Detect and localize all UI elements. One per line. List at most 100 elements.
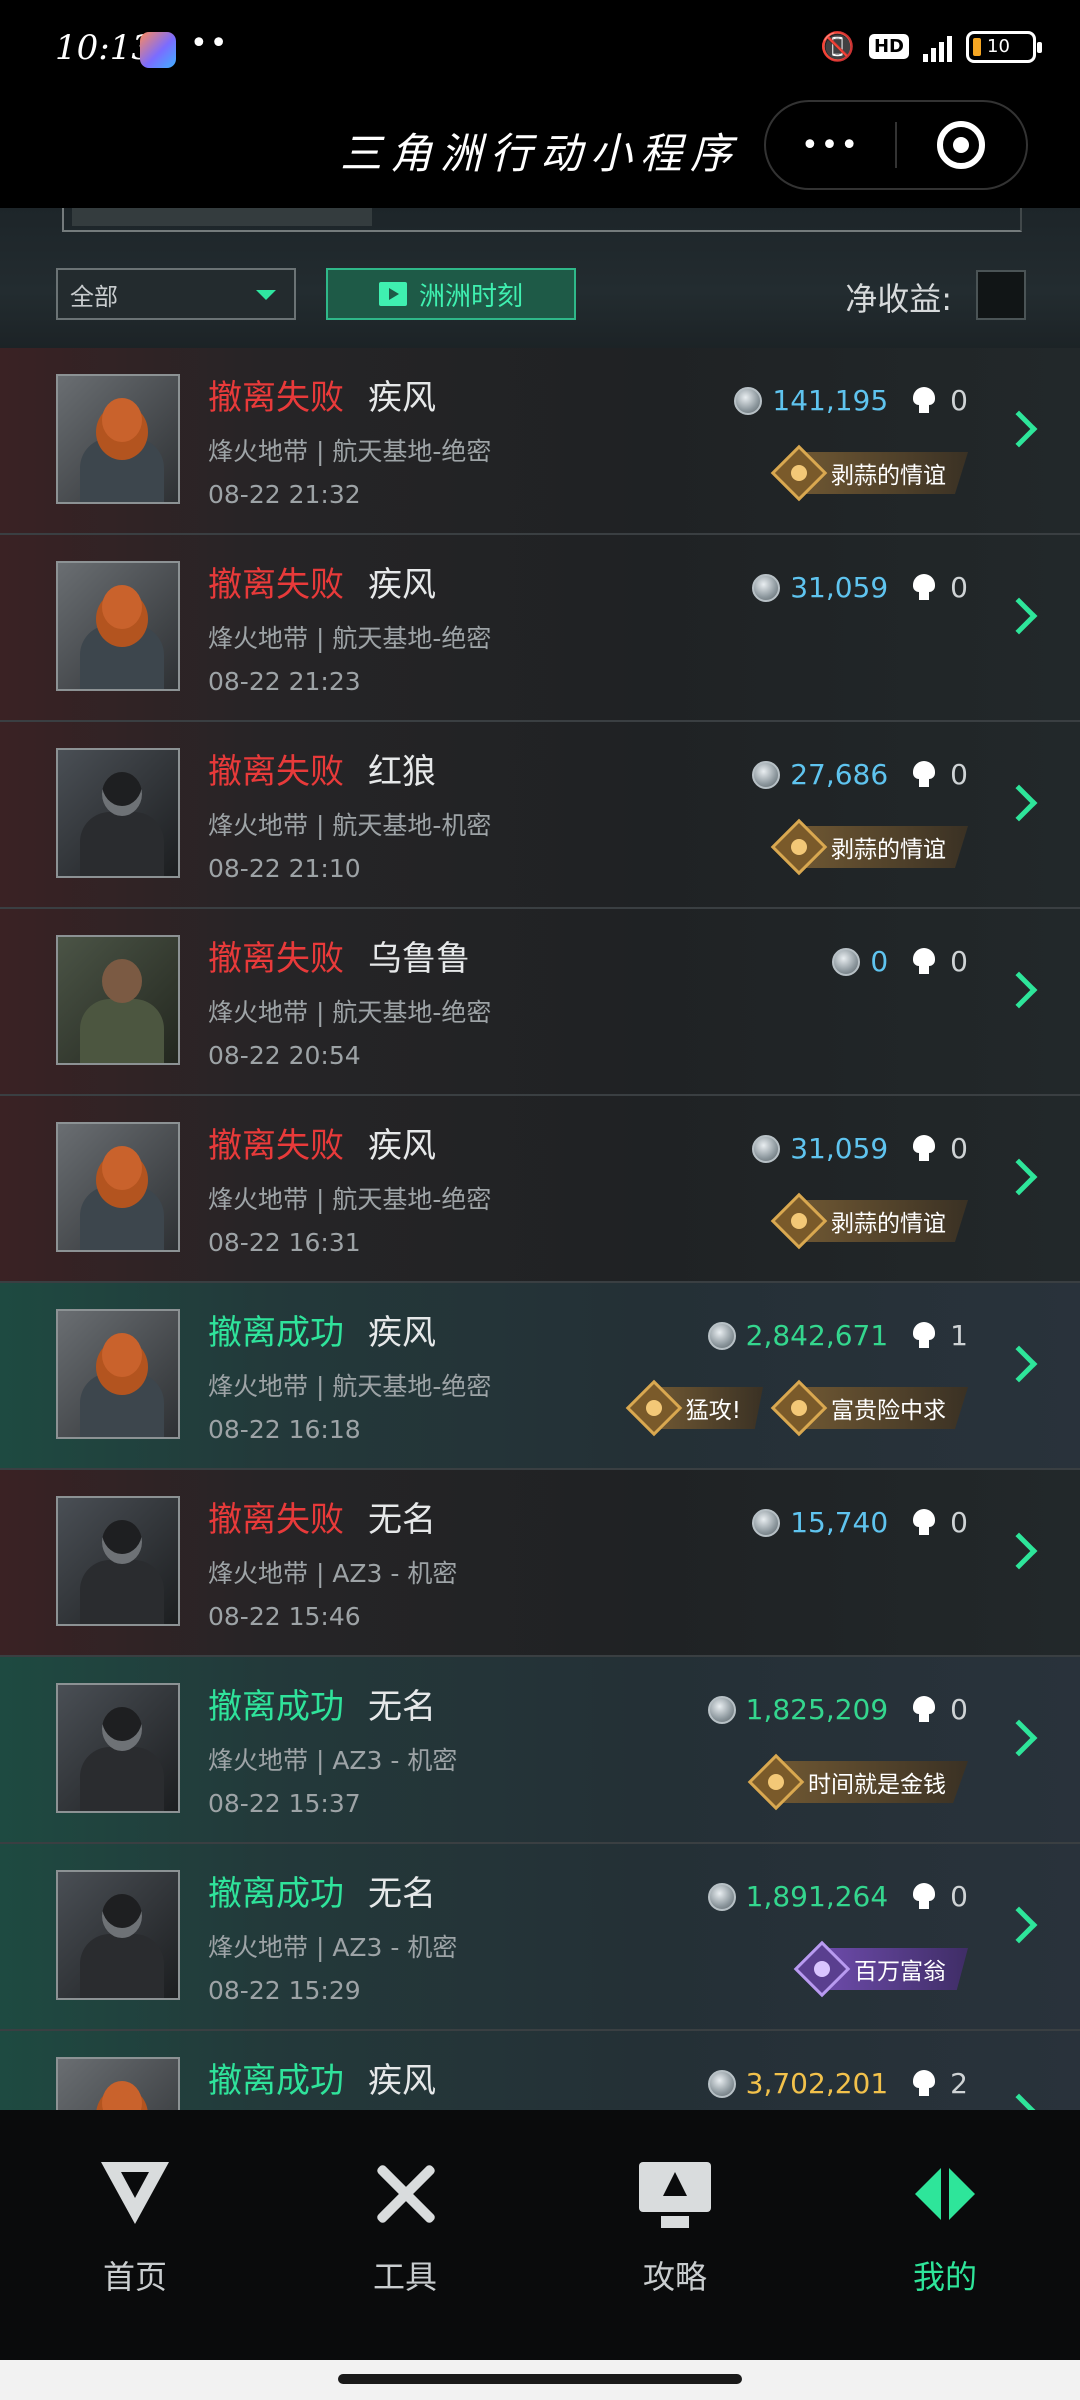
record-row[interactable]: 撤离成功 疾风 3,702,201 2 [0, 2031, 1080, 2110]
chevron-right-icon[interactable] [1000, 1719, 1038, 1757]
guide-icon [637, 2156, 713, 2232]
skull-icon [912, 386, 936, 415]
badge-label: 剥蒜的情谊 [805, 826, 968, 868]
extraction-status: 撤离失败 [208, 565, 344, 605]
chevron-right-icon[interactable] [1000, 1906, 1038, 1944]
operator-name: 乌鲁鲁 [368, 939, 470, 979]
badge-group: 时间就是金钱 [747, 1753, 968, 1811]
record-row[interactable]: 撤离失败 疾风 烽火地带 | 航天基地-绝密 08-22 21:23 31,05… [0, 535, 1080, 722]
match-stats: 2,842,671 1 [707, 1319, 968, 1352]
chevron-right-icon[interactable] [1000, 1532, 1038, 1570]
match-stats: 31,059 0 [752, 1132, 968, 1165]
target-icon [937, 121, 986, 169]
record-row[interactable]: 撤离成功 无名 烽火地带 | AZ3 - 机密 08-22 15:29 1,89… [0, 1844, 1080, 2031]
operator-name: 疾风 [368, 2061, 436, 2101]
badge-group: 剥蒜的情谊 [770, 818, 968, 876]
coin-icon [752, 1134, 781, 1163]
extraction-status: 撤离失败 [208, 1500, 344, 1540]
battery-level: 10 [987, 36, 1010, 57]
match-stats: 27,686 0 [752, 758, 968, 791]
skull-icon [912, 1508, 936, 1537]
chevron-right-icon[interactable] [1000, 410, 1038, 448]
value-amount: 27,686 [790, 758, 889, 791]
match-time: 08-22 21:32 [208, 480, 361, 509]
achievement-badge: 剥蒜的情谊 [770, 444, 968, 502]
chevron-right-icon[interactable] [1000, 1345, 1038, 1383]
map-name: 烽火地带 | 航天基地-绝密 [208, 437, 492, 466]
status-time: 10:13 [55, 28, 153, 68]
operator-name: 无名 [368, 1687, 436, 1727]
tab-tools-label: 工具 [372, 2258, 437, 2296]
more-button[interactable]: ••• [766, 128, 895, 163]
tab-mine-label: 我的 [912, 2258, 977, 2296]
close-miniprogram-button[interactable] [897, 121, 1026, 169]
tab-mine[interactable]: 我的 [810, 2110, 1080, 2360]
status-bar: 10:13 •• 📵 HD 10 [0, 0, 1080, 100]
kill-count: 2 [950, 2067, 968, 2100]
tab-guide-label: 攻略 [642, 2258, 707, 2296]
chevron-right-icon[interactable] [1000, 784, 1038, 822]
coin-icon [734, 386, 763, 415]
operator-avatar [56, 935, 180, 1065]
coin-icon [752, 1508, 781, 1537]
miniprogram-capsule: ••• [764, 100, 1028, 190]
match-time: 08-22 20:54 [208, 1041, 361, 1070]
chevron-right-icon[interactable] [1000, 597, 1038, 635]
kill-count: 0 [950, 945, 968, 978]
mode-select[interactable]: 全部 [56, 268, 296, 320]
operator-avatar [56, 748, 180, 878]
skull-icon [912, 1134, 936, 1163]
operator-name: 红狼 [368, 752, 436, 792]
record-row[interactable]: 撤离成功 无名 烽火地带 | AZ3 - 机密 08-22 15:37 1,82… [0, 1657, 1080, 1844]
tab-home-label: 首页 [102, 2258, 167, 2296]
value-amount: 31,059 [790, 571, 889, 604]
vibrate-off-icon: 📵 [820, 30, 855, 63]
coin-icon [707, 1695, 736, 1724]
coin-icon [752, 573, 781, 602]
tab-tools[interactable]: 工具 [270, 2110, 540, 2360]
match-stats: 31,059 0 [752, 571, 968, 604]
tab-home[interactable]: 首页 [0, 2110, 270, 2360]
record-row[interactable]: 撤离失败 红狼 烽火地带 | 航天基地-机密 08-22 21:10 27,68… [0, 722, 1080, 909]
badge-group: 剥蒜的情谊 [770, 1192, 968, 1250]
mine-icon [907, 2156, 983, 2232]
coin-icon [752, 760, 781, 789]
tools-icon [367, 2156, 443, 2232]
value-amount: 1,891,264 [745, 1880, 889, 1913]
skull-icon [912, 2069, 936, 2098]
badge-label: 时间就是金钱 [782, 1761, 968, 1803]
operator-avatar [56, 561, 180, 691]
bottom-tab-bar: 首页 工具 攻略 我的 [0, 2110, 1080, 2360]
achievement-badge: 剥蒜的情谊 [770, 818, 968, 876]
moments-button[interactable]: 洲洲时刻 [326, 268, 576, 320]
achievement-badge: 百万富翁 [793, 1940, 968, 1998]
chevron-right-icon[interactable] [1000, 971, 1038, 1009]
value-amount: 2,842,671 [745, 1319, 889, 1352]
operator-avatar [56, 374, 180, 504]
map-name: 烽火地带 | AZ3 - 机密 [208, 1559, 458, 1588]
match-time: 08-22 15:46 [208, 1602, 361, 1631]
map-name: 烽火地带 | AZ3 - 机密 [208, 1933, 458, 1962]
record-row[interactable]: 撤离失败 无名 烽火地带 | AZ3 - 机密 08-22 15:46 15,7… [0, 1470, 1080, 1657]
kill-count: 0 [950, 384, 968, 417]
chevron-right-icon[interactable] [1000, 1158, 1038, 1196]
record-row[interactable]: 撤离失败 疾风 烽火地带 | 航天基地-绝密 08-22 16:31 31,05… [0, 1096, 1080, 1283]
map-name: 烽火地带 | 航天基地-绝密 [208, 1372, 492, 1401]
status-indicators: 📵 HD 10 [820, 30, 1042, 63]
badge-label: 富贵险中求 [805, 1387, 968, 1429]
net-income-checkbox[interactable] [976, 270, 1026, 320]
home-indicator[interactable] [338, 2374, 742, 2384]
tab-guide[interactable]: 攻略 [540, 2110, 810, 2360]
operator-name: 无名 [368, 1874, 436, 1914]
map-name: 烽火地带 | 航天基地-绝密 [208, 998, 492, 1027]
battery-icon: 10 [966, 30, 1042, 63]
record-row[interactable]: 撤离成功 疾风 烽火地带 | 航天基地-绝密 08-22 16:18 2,842… [0, 1283, 1080, 1470]
extraction-status: 撤离成功 [208, 1687, 344, 1727]
value-amount: 15,740 [790, 1506, 889, 1539]
record-row[interactable]: 撤离失败 疾风 烽火地带 | 航天基地-绝密 08-22 21:32 141,1… [0, 348, 1080, 535]
caret-down-icon [256, 290, 276, 300]
chevron-right-icon[interactable] [1000, 2093, 1038, 2110]
map-name: 烽火地带 | AZ3 - 机密 [208, 1746, 458, 1775]
record-row[interactable]: 撤离失败 乌鲁鲁 烽火地带 | 航天基地-绝密 08-22 20:54 0 0 [0, 909, 1080, 1096]
achievement-badge: 时间就是金钱 [747, 1753, 968, 1811]
